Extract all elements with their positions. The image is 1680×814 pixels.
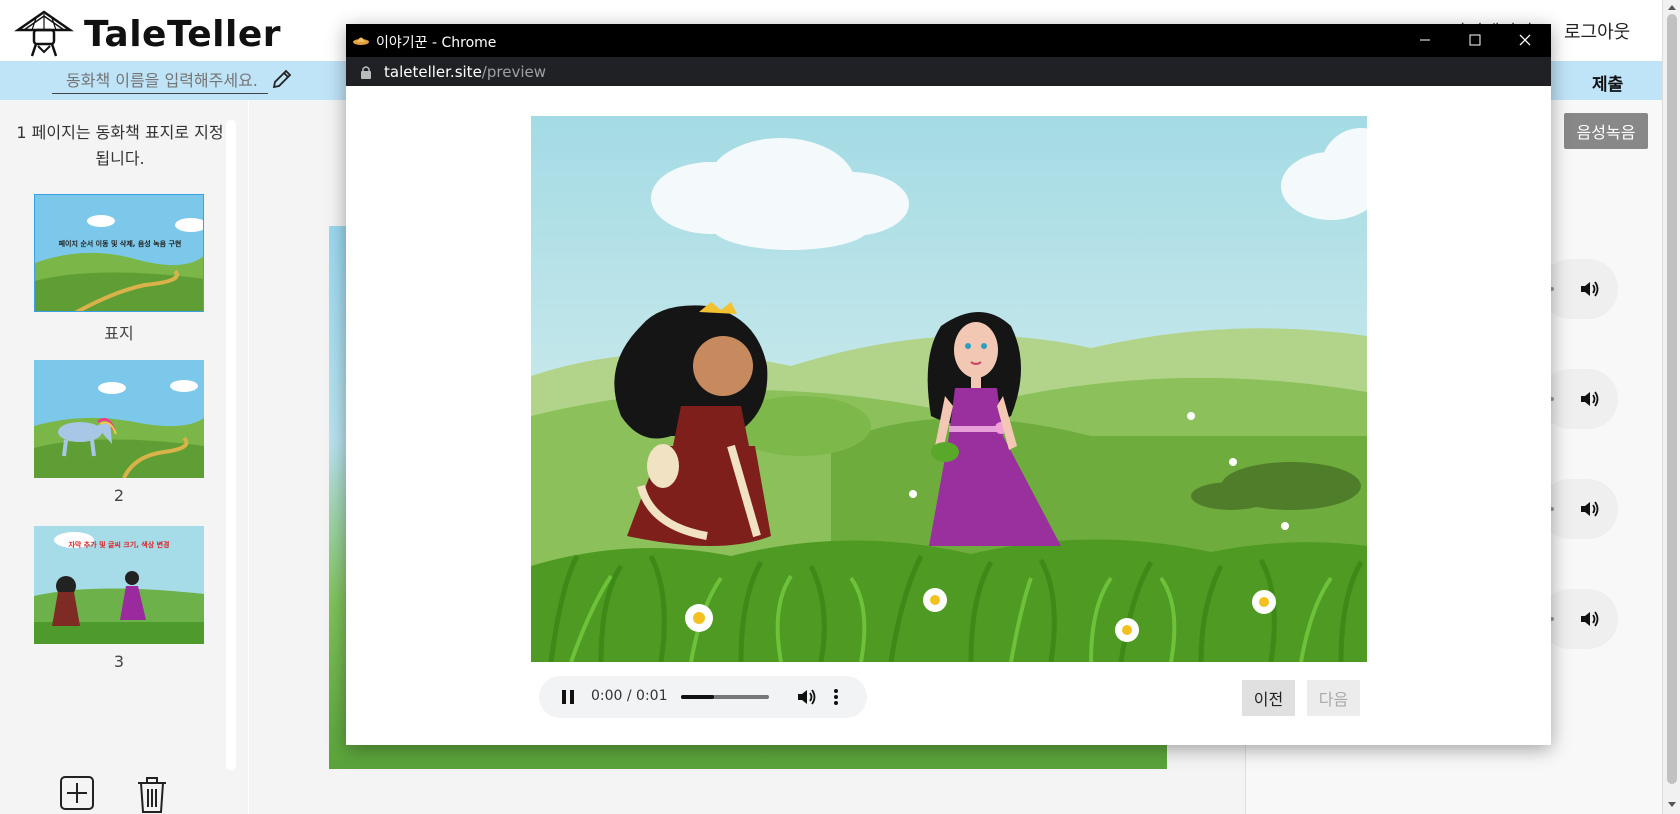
page-scrollbar[interactable] (1662, 0, 1680, 814)
more-vertical-icon (834, 689, 838, 705)
scroll-down-arrow-icon[interactable] (1668, 802, 1676, 807)
landscape-thumbnail-image (35, 195, 203, 311)
audio-clip-1[interactable] (1540, 259, 1618, 319)
unicorn-thumbnail-image (34, 360, 204, 478)
submit-button[interactable]: 제출 (1592, 70, 1623, 95)
logout-link[interactable]: 로그아웃 (1564, 18, 1630, 44)
page-label: 3 (113, 652, 125, 671)
sidebar-scrollbar[interactable] (226, 120, 236, 770)
page-label: 2 (113, 486, 125, 505)
url-text: taleteller.site/preview (384, 63, 546, 81)
url-host: taleteller.site (384, 63, 482, 81)
storyteller-logo-icon (14, 10, 74, 57)
audio-progress-slider[interactable] (681, 695, 769, 699)
delete-page-button[interactable] (134, 775, 170, 813)
popup-address-bar[interactable]: taleteller.site/preview (346, 57, 1551, 86)
scrollbar-thumb[interactable] (1667, 14, 1677, 784)
maximize-icon (1469, 34, 1481, 46)
brand-name[interactable]: TaleTeller (84, 14, 281, 55)
volume-button[interactable] (795, 686, 817, 708)
lock-icon (361, 66, 371, 79)
princess-red-dress (614, 302, 771, 546)
volume-icon[interactable] (1578, 388, 1600, 410)
audio-progress-fill (681, 695, 715, 699)
book-title-input[interactable] (52, 68, 268, 94)
popup-titlebar[interactable]: 이야기꾼 - Chrome (346, 24, 1551, 57)
previous-page-button[interactable]: 이전 (1242, 680, 1295, 716)
trash-icon (138, 777, 166, 813)
pause-button[interactable] (559, 688, 577, 706)
audio-player: 0:00 / 0:01 (539, 676, 867, 718)
maximize-button[interactable] (1451, 24, 1499, 57)
minimize-button[interactable] (1401, 24, 1449, 57)
thumbnail-caption: 자막 추가 및 글씨 크기, 색상 변경 (68, 541, 170, 549)
page-thumbnail-cover[interactable]: 페이지 순서 이동 및 삭제, 음성 녹음 구현 (34, 194, 204, 312)
pencil-icon[interactable] (270, 67, 294, 91)
volume-icon (798, 689, 816, 705)
close-button[interactable] (1501, 24, 1549, 57)
voice-record-button[interactable]: 음성녹음 (1564, 113, 1648, 149)
popup-window-title: 이야기꾼 - Chrome (376, 35, 497, 51)
audio-clip-3[interactable] (1540, 479, 1618, 539)
thumbnail-caption: 페이지 순서 이동 및 삭제, 음성 녹음 구현 (58, 240, 182, 248)
scroll-up-arrow-icon[interactable] (1668, 5, 1676, 10)
page-thumbnail-3[interactable]: 자막 추가 및 글씨 크기, 색상 변경 (34, 526, 204, 644)
page-label: 표지 (104, 324, 134, 343)
page-thumbnail-2[interactable] (34, 360, 204, 478)
minimize-icon (1420, 39, 1430, 41)
audio-clip-2[interactable] (1540, 369, 1618, 429)
pause-icon (562, 690, 574, 704)
url-path: /preview (481, 63, 546, 81)
story-page-image (531, 116, 1367, 662)
hat-favicon-icon (353, 37, 369, 45)
add-page-button[interactable] (59, 775, 95, 811)
cover-note: 1 페이지는 동화책 표지로 지정됩니다. (16, 123, 224, 168)
next-page-button[interactable]: 다음 (1307, 680, 1360, 716)
volume-icon[interactable] (1578, 498, 1600, 520)
volume-icon[interactable] (1578, 608, 1600, 630)
audio-time: 0:00 / 0:01 (591, 688, 668, 704)
volume-icon[interactable] (1578, 278, 1600, 300)
audio-clip-4[interactable] (1540, 589, 1618, 649)
plus-box-icon (60, 776, 94, 810)
more-options-button[interactable] (829, 686, 843, 708)
preview-popup-window: 이야기꾼 - Chrome taleteller.site/preview 0:… (346, 24, 1551, 745)
close-icon (1519, 34, 1531, 46)
